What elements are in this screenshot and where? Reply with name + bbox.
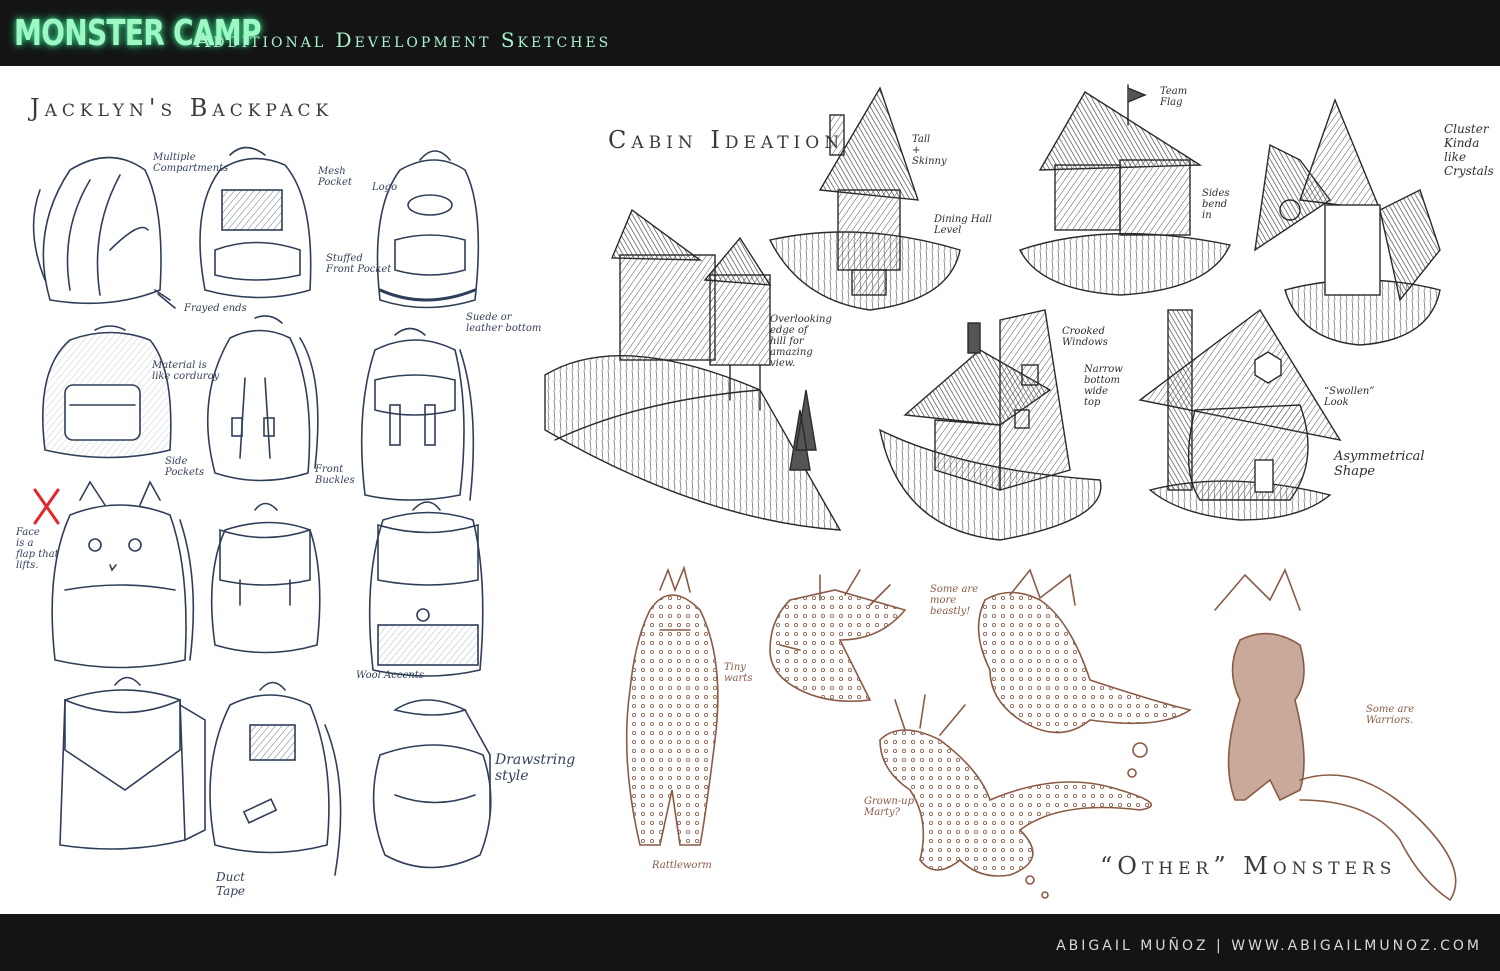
backpack-sketches (32, 146, 492, 876)
cabin-sketches (544, 84, 1441, 541)
note-duct-tape: Duct Tape (216, 870, 246, 898)
note-crooked-windows: Crooked Windows (1062, 326, 1108, 348)
cabin-sketch (1019, 84, 1231, 296)
cabin-sketch (1254, 98, 1441, 346)
note-logo: Logo (372, 182, 398, 193)
note-tall-skinny: Tall + Skinny (912, 134, 947, 167)
note-corduroy: Material is like corduroy (152, 360, 220, 382)
note-suede-bottom: Suede or leather bottom (466, 312, 542, 334)
note-dining-hall: Dining Hall Level (934, 214, 992, 236)
note-face-flap: Face is a flap that lifts. (16, 527, 59, 571)
note-front-buckles: Front Buckles (315, 464, 355, 486)
cabin-sketch (1138, 308, 1342, 521)
backpack-sketch (42, 325, 172, 459)
backpack-sketch (376, 150, 480, 309)
footer-bar: ABIGAIL MUÑOZ | WWW.ABIGAILMUNOZ.COM (0, 914, 1500, 971)
backpack-sketch (59, 676, 206, 850)
note-swollen-look: “Swollen” Look (1324, 386, 1375, 408)
monster-sketch (625, 565, 719, 846)
note-cluster-crystals: Cluster Kinda like Crystals (1444, 122, 1494, 178)
note-grown-up-marty: Grown-up Marty? (864, 796, 915, 818)
backpack-sketch (32, 156, 176, 309)
monster-sketch (1214, 568, 1457, 902)
note-tiny-warts: Tiny warts (724, 662, 753, 684)
note-wool-accents: Wool Accents (356, 670, 424, 681)
monster-sketch (769, 569, 907, 703)
backpack-sketch (51, 480, 195, 669)
backpack-sketch (360, 327, 475, 501)
backpack-sketch (372, 699, 492, 869)
note-stuffed-front-pocket: Stuffed Front Pocket (326, 253, 392, 275)
note-frayed-ends: Frayed ends (184, 303, 247, 314)
backpack-sketch (209, 681, 342, 876)
monster-sketch (879, 694, 1152, 899)
note-more-beastly: Some are more beastly! (930, 584, 979, 617)
note-mesh-pocket: Mesh Pocket (318, 166, 352, 188)
backpack-sketch (210, 502, 321, 654)
note-asymmetrical-shape: Asymmetrical Shape (1334, 449, 1425, 479)
note-team-flag: Team Flag (1160, 86, 1188, 108)
artist-credit: ABIGAIL MUÑOZ | WWW.ABIGAILMUNOZ.COM (1056, 938, 1482, 954)
cabin-sketch (768, 86, 961, 311)
note-side-pockets: Side Pockets (165, 456, 205, 478)
sketch-artwork (32, 84, 1457, 902)
note-multiple-compartments: Multiple Compartments (153, 152, 229, 174)
note-warriors: Some are Warriors. (1366, 704, 1415, 726)
note-sides-bend: Sides bend in (1202, 188, 1230, 221)
backpack-sketch (206, 315, 319, 482)
monster-sketch (977, 568, 1192, 734)
note-overlooking-hill: Overlooking edge of hill for amazing vie… (770, 314, 832, 369)
note-drawstring-style: Drawstring style (495, 752, 576, 784)
note-rattleworm: Rattleworm (652, 860, 712, 871)
monster-sketches (625, 565, 1457, 902)
backpack-sketch (368, 501, 484, 677)
note-narrow-bottom: Narrow bottom wide top (1084, 364, 1123, 408)
